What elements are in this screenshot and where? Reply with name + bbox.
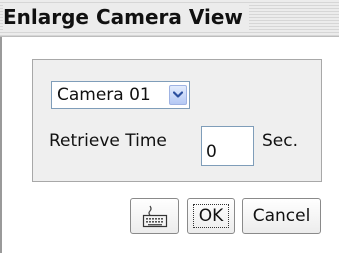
ok-button-label: OK xyxy=(198,206,224,226)
chevron-down-icon xyxy=(173,91,183,98)
seconds-unit-label: Sec. xyxy=(262,131,299,151)
retrieve-time-label: Retrieve Time xyxy=(49,131,167,151)
dialog-title: Enlarge Camera View xyxy=(3,3,249,31)
dialog-content: Camera 01 Retrieve Time Sec. xyxy=(2,37,339,253)
camera-select-value: Camera 01 xyxy=(57,85,151,105)
camera-select[interactable]: Camera 01 xyxy=(51,81,190,109)
title-bar[interactable]: Enlarge Camera View xyxy=(0,0,339,37)
dropdown-arrow-button[interactable] xyxy=(169,85,187,105)
cancel-button-label: Cancel xyxy=(252,206,311,226)
keyboard-button[interactable] xyxy=(130,198,179,234)
retrieve-time-input[interactable] xyxy=(201,126,254,166)
cancel-button[interactable]: Cancel xyxy=(242,198,321,234)
ok-button[interactable]: OK xyxy=(187,198,235,234)
enlarge-camera-view-dialog: Enlarge Camera View Camera 01 Retrieve T… xyxy=(0,0,339,253)
keyboard-icon xyxy=(142,205,168,228)
settings-group: Camera 01 Retrieve Time Sec. xyxy=(32,59,322,182)
